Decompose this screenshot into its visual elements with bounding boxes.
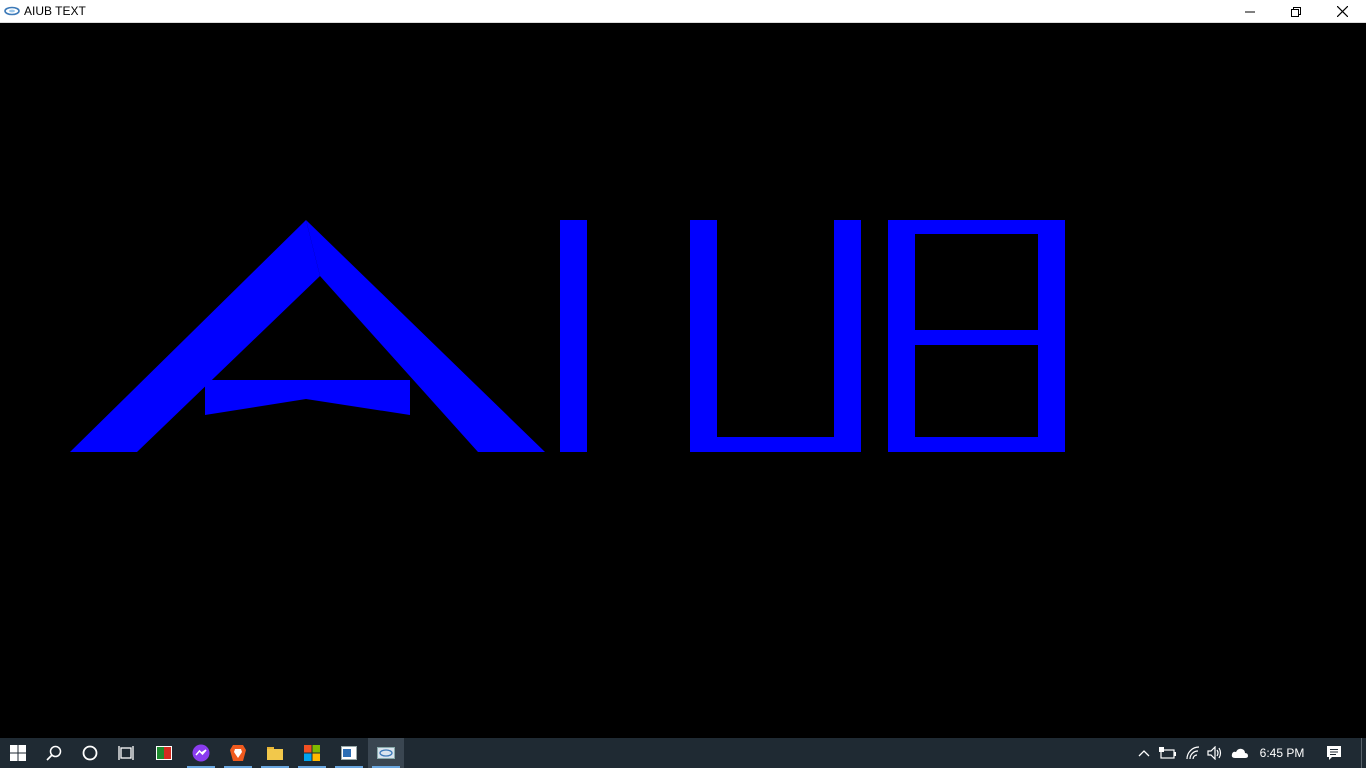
- restore-icon: [1291, 6, 1301, 17]
- search-icon: [46, 745, 62, 761]
- opengl-canvas: [0, 23, 1366, 738]
- taskbar: 6:45 PM: [0, 738, 1366, 768]
- onedrive-button[interactable]: [1229, 738, 1251, 768]
- folder-icon: [267, 747, 283, 760]
- app-messenger[interactable]: [183, 738, 219, 768]
- circle-icon: [82, 745, 98, 761]
- app-window[interactable]: [331, 738, 367, 768]
- task-view-button[interactable]: [108, 738, 144, 768]
- letter-a-crossbar: [205, 380, 410, 415]
- opengl-app-icon: [4, 6, 20, 16]
- letter-a-left-stroke: [70, 220, 320, 452]
- presentation-app-icon: [156, 746, 172, 760]
- brave-icon: [230, 745, 246, 761]
- app-store[interactable]: [294, 738, 330, 768]
- action-center-icon: [1327, 746, 1341, 760]
- show-hidden-icons-button[interactable]: [1133, 738, 1155, 768]
- app-1[interactable]: [146, 738, 182, 768]
- task-view-icon: [118, 746, 134, 760]
- minimize-icon: [1245, 11, 1255, 12]
- wifi-icon: [1186, 746, 1200, 760]
- opengl-app-icon: [377, 747, 395, 759]
- show-desktop-button[interactable]: [1361, 738, 1366, 768]
- wifi-button[interactable]: [1182, 738, 1204, 768]
- taskbar-clock[interactable]: 6:45 PM: [1254, 738, 1310, 768]
- letter-b: [888, 220, 1065, 452]
- volume-icon: [1207, 746, 1222, 760]
- app-brave[interactable]: [220, 738, 256, 768]
- letter-i: [560, 220, 587, 452]
- chevron-up-icon: [1138, 750, 1150, 757]
- close-icon: [1336, 6, 1348, 17]
- app-opengl[interactable]: [368, 738, 404, 768]
- volume-button[interactable]: [1204, 738, 1226, 768]
- close-button[interactable]: [1319, 0, 1365, 23]
- window-title: AIUB TEXT: [24, 3, 86, 18]
- restore-button[interactable]: [1273, 0, 1319, 23]
- cortana-button[interactable]: [72, 738, 108, 768]
- letter-a-right-stroke: [306, 220, 545, 452]
- letter-u: [690, 220, 861, 452]
- window-app-icon: [341, 746, 357, 760]
- windows-logo-icon: [10, 745, 26, 761]
- minimize-button[interactable]: [1227, 0, 1273, 23]
- battery-button[interactable]: [1157, 738, 1179, 768]
- action-center-button[interactable]: [1322, 738, 1346, 768]
- search-button[interactable]: [36, 738, 72, 768]
- onedrive-icon: [1231, 748, 1248, 758]
- start-button[interactable]: [0, 738, 36, 768]
- battery-icon: [1159, 747, 1176, 759]
- aiub-text-drawing: [70, 220, 1065, 452]
- messenger-icon: [192, 744, 210, 762]
- app-file-explorer[interactable]: [257, 738, 293, 768]
- store-icon: [304, 745, 320, 761]
- title-bar: AIUB TEXT: [0, 0, 1366, 23]
- letter-a: [70, 220, 545, 452]
